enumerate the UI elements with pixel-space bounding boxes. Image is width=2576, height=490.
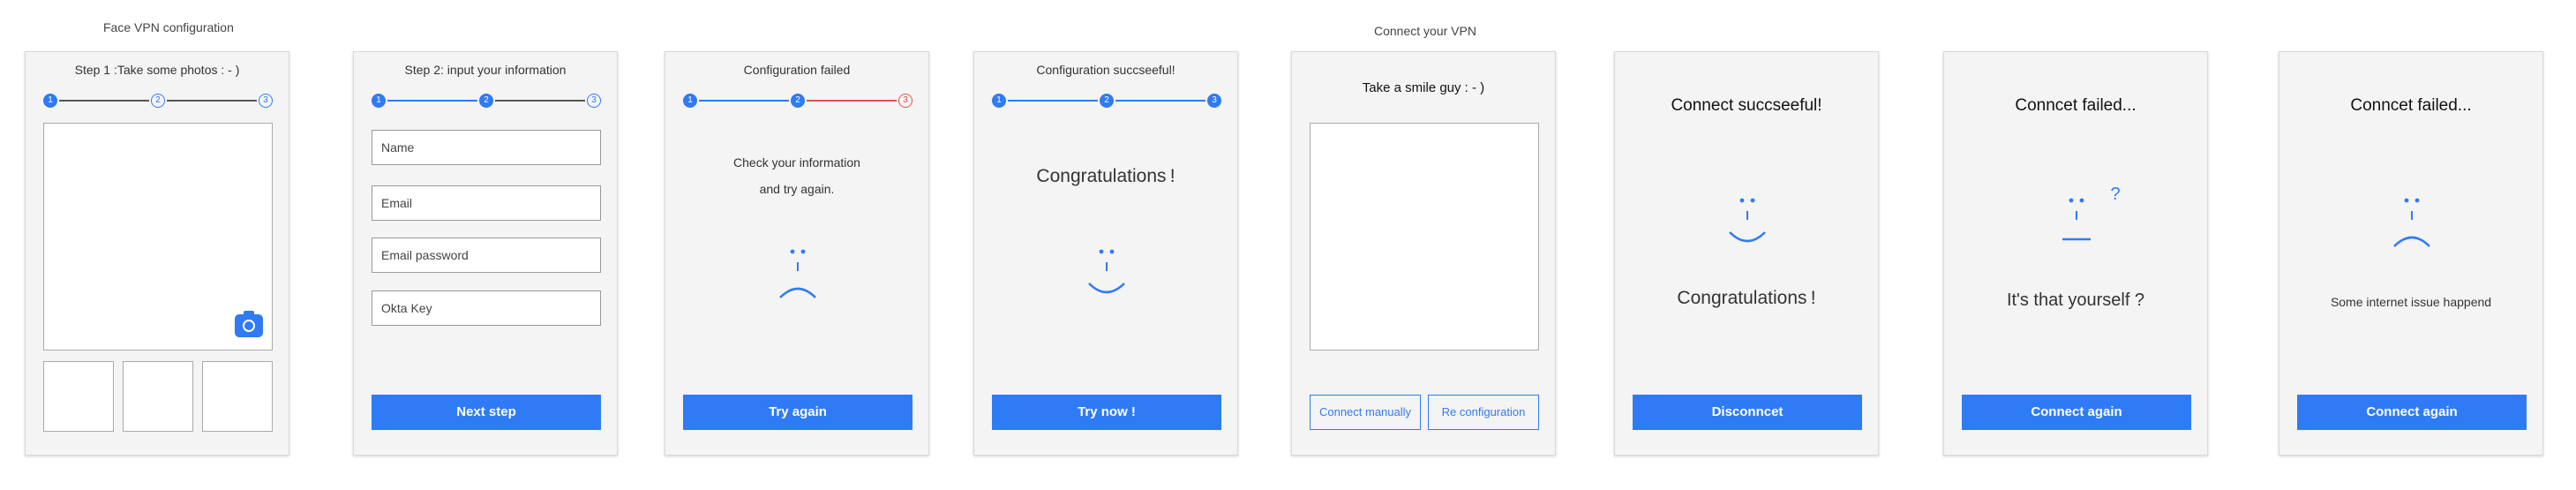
camera-icon[interactable] (235, 311, 263, 337)
connect-failed-identity-card: Conncet failed... ? It's that yourself ?… (1943, 51, 2208, 456)
step-dot-2: 2 (479, 94, 493, 108)
connect-success-title: Connect succseeful! (1671, 96, 1822, 115)
stepper: 1 2 3 (992, 94, 1221, 108)
step-dot-3: 3 (1207, 94, 1221, 108)
step1-title: Step 1 :Take some photos : - ) (74, 63, 240, 77)
name-field[interactable] (372, 130, 601, 165)
sad-face-icon (2393, 198, 2430, 247)
confused-face-icon (2062, 198, 2091, 241)
photo-thumbnail-3[interactable] (202, 361, 273, 432)
step-dot-2: 2 (1100, 94, 1114, 108)
connect-again-button[interactable]: Connect again (1962, 395, 2191, 430)
connect-manually-button[interactable]: Connect manually (1310, 395, 1421, 430)
config-success-card: Configuration succseeful! 1 2 3 Congratu… (973, 51, 1238, 456)
email-password-field[interactable] (372, 237, 601, 273)
config-success-message: Congratulations ! (1036, 166, 1175, 186)
step1-card: Step 1 :Take some photos : - ) 1 2 3 (25, 51, 289, 456)
connect-failed-title: Conncet failed... (2015, 96, 2137, 115)
camera-preview (1310, 123, 1539, 351)
email-field[interactable] (372, 185, 601, 221)
stepper: 1 2 3 (683, 94, 912, 108)
step-dot-1: 1 (683, 94, 697, 108)
connect-again-button[interactable]: Connect again (2297, 395, 2527, 430)
step-dot-3: 3 (898, 94, 912, 108)
disconnect-button[interactable]: Disconncet (1633, 395, 1862, 430)
step-dot-1: 1 (992, 94, 1006, 108)
stepper-line-1 (699, 100, 789, 102)
step-dot-3: 3 (259, 94, 273, 108)
camera-preview (43, 123, 273, 351)
stepper-line-1 (1008, 100, 1098, 102)
smile-capture-title: Take a smile guy : - ) (1362, 80, 1485, 95)
step-dot-2: 2 (791, 94, 805, 108)
next-step-button[interactable]: Next step (372, 395, 601, 430)
try-now-button[interactable]: Try now ! (992, 395, 1221, 430)
smile-face-icon (1729, 198, 1766, 243)
face-vpn-section-title: Face VPN configuration (103, 20, 234, 34)
connect-success-message: Congratulations ! (1677, 288, 1816, 308)
stepper-line-1 (387, 100, 477, 102)
config-success-title: Configuration succseeful! (1036, 63, 1175, 77)
connect-failed-identity-message: It's that yourself ? (2006, 290, 2145, 310)
config-failed-card: Configuration failed 1 2 3 Check your in… (665, 51, 929, 456)
step-dot-2: 2 (151, 94, 165, 108)
connect-failed-network-message: Some internet issue happend (2330, 295, 2492, 309)
smile-capture-card: Take a smile guy : - ) Connect manually … (1291, 51, 1556, 456)
stepper-line-2 (1115, 100, 1205, 102)
connect-failed-title: Conncet failed... (2350, 96, 2472, 115)
config-failed-title: Configuration failed (743, 63, 851, 77)
stepper: 1 2 3 (372, 94, 601, 108)
question-mark-icon: ? (2110, 185, 2121, 204)
step-dot-1: 1 (372, 94, 386, 108)
sad-face-icon (779, 249, 816, 298)
photo-thumbnail-1[interactable] (43, 361, 114, 432)
smile-face-icon (1088, 249, 1125, 294)
photo-thumbnail-2[interactable] (123, 361, 193, 432)
stepper-line-2 (167, 100, 257, 102)
try-again-button[interactable]: Try again (683, 395, 912, 430)
stepper-line-2 (495, 100, 585, 102)
reconfiguration-button[interactable]: Re configuration (1428, 395, 1539, 430)
step2-card: Step 2: input your information 1 2 3 Nex… (353, 51, 618, 456)
step-dot-3: 3 (587, 94, 601, 108)
connect-vpn-section-title: Connect your VPN (1374, 24, 1476, 38)
stepper: 1 2 3 (43, 94, 273, 108)
stepper-line-2 (807, 100, 897, 102)
stepper-line-1 (59, 100, 149, 102)
config-failed-message-line1: Check your information (733, 155, 860, 170)
step-dot-1: 1 (43, 94, 57, 108)
okta-key-field[interactable] (372, 290, 601, 326)
config-failed-message-line2: and try again. (759, 182, 835, 196)
connect-success-card: Connect succseeful! Congratulations ! Di… (1614, 51, 1879, 456)
step2-title: Step 2: input your information (404, 63, 567, 77)
connect-failed-network-card: Conncet failed... Some internet issue ha… (2279, 51, 2543, 456)
